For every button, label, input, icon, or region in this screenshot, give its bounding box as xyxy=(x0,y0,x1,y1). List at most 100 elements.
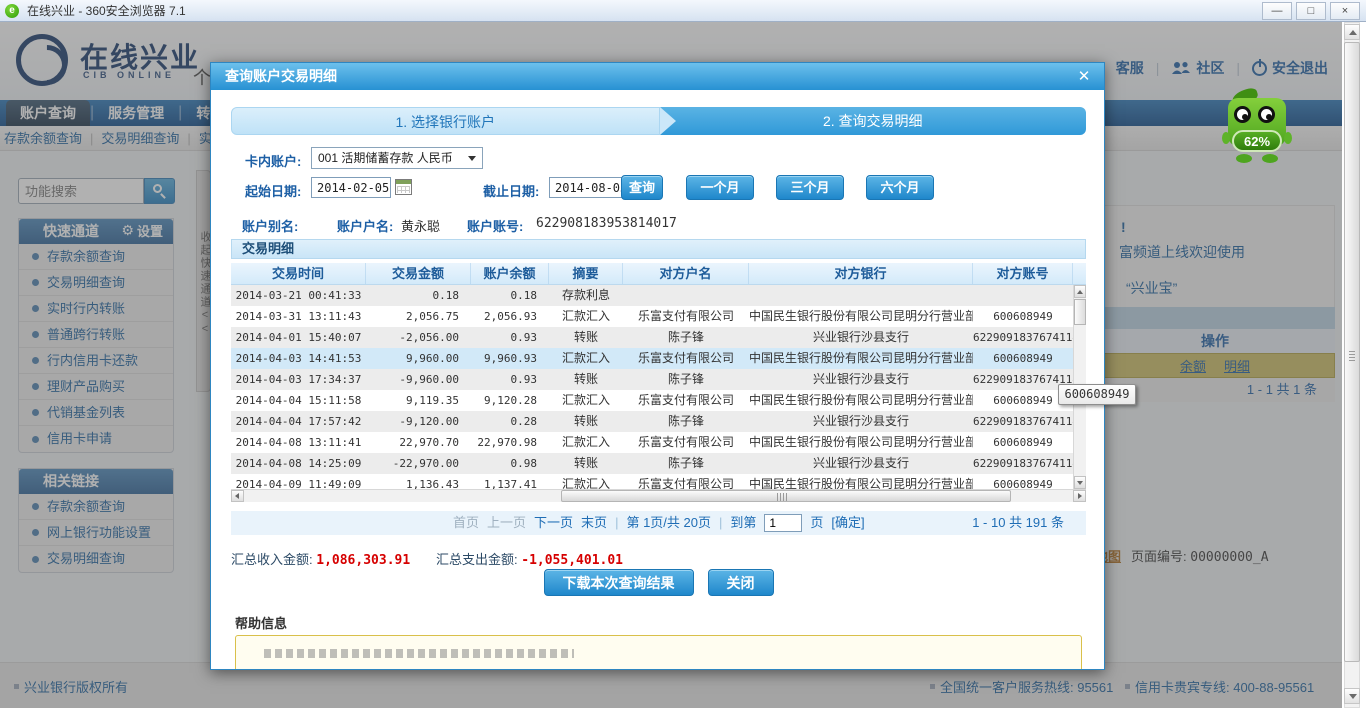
table-cell: 陈子锋 xyxy=(623,327,749,348)
table-cell xyxy=(973,285,1073,306)
end-date-input[interactable] xyxy=(549,177,629,198)
goto-page-input[interactable] xyxy=(764,514,802,532)
card-account-select[interactable]: 001 活期储蓄存款 人民币 xyxy=(311,147,483,169)
table-row[interactable]: 2014-03-21 00:41:330.180.18存款利息 xyxy=(231,285,1073,306)
minimize-button[interactable]: — xyxy=(1262,2,1292,20)
table-cell: 2014-03-31 13:11:43 xyxy=(231,306,366,327)
pagination-bar: 首页 上一页 下一页 末页 | 第 1页/共 20页 | 到第 页 [确定] 1… xyxy=(231,511,1086,535)
table-cell: 9,119.35 xyxy=(366,390,471,411)
table-cell: 62290918376741141 xyxy=(973,327,1073,348)
table-cell: 600608949 xyxy=(973,348,1073,369)
table-cell: 兴业银行沙县支行 xyxy=(749,369,973,390)
transaction-query-dialog: 查询账户交易明细 ✕ 1. 选择银行账户 2. 查询交易明细 卡内账户: 001… xyxy=(210,62,1105,670)
column-header: 摘要 xyxy=(549,263,623,284)
table-row[interactable]: 2014-04-08 14:25:09-22,970.000.98转账陈子锋兴业… xyxy=(231,453,1073,474)
goto-page-suffix: 页 xyxy=(810,511,823,535)
table-cell: 0.18 xyxy=(471,285,549,306)
table-cell: 2014-04-04 15:11:58 xyxy=(231,390,366,411)
prev-page-link[interactable]: 上一页 xyxy=(487,511,526,535)
table-cell: 兴业银行沙县支行 xyxy=(749,411,973,432)
table-scroll-up-arrow[interactable] xyxy=(1074,285,1086,298)
transaction-section-title: 交易明细 xyxy=(231,239,1086,259)
table-scroll-left-arrow[interactable] xyxy=(231,490,244,502)
scroll-down-arrow[interactable] xyxy=(1344,688,1360,704)
dialog-header: 查询账户交易明细 ✕ xyxy=(211,63,1104,90)
table-cell: 汇款汇入 xyxy=(549,348,623,369)
dialog-close-icon[interactable]: ✕ xyxy=(1074,67,1094,87)
account-alias-label: 账户别名: xyxy=(242,216,298,235)
step-select-account[interactable]: 1. 选择银行账户 xyxy=(231,107,660,135)
mascot-eye xyxy=(1234,106,1251,123)
table-row[interactable]: 2014-04-04 17:57:42-9,120.000.28转账陈子锋兴业银… xyxy=(231,411,1073,432)
start-date-label: 起始日期: xyxy=(245,181,301,200)
goto-confirm-button[interactable]: [确定] xyxy=(831,511,864,535)
table-row[interactable]: 2014-04-04 15:11:589,119.359,120.28汇款汇入乐… xyxy=(231,390,1073,411)
account-name-label: 账户户名: xyxy=(337,216,393,235)
table-cell: 陈子锋 xyxy=(623,411,749,432)
table-cell: 乐富支付有限公司 xyxy=(623,474,749,489)
one-month-button[interactable]: 一个月 xyxy=(686,175,754,200)
browser-scrollbar[interactable] xyxy=(1342,22,1366,708)
transaction-headers: 交易时间交易金额账户余额摘要对方户名对方银行对方账号 xyxy=(231,263,1086,285)
table-cell: 中国民生银行股份有限公司昆明分行营业部 xyxy=(749,390,973,411)
table-cell xyxy=(623,285,749,306)
table-cell: 转账 xyxy=(549,369,623,390)
dialog-close-button[interactable]: 关闭 xyxy=(708,569,774,596)
table-row[interactable]: 2014-04-03 14:41:539,960.009,960.93汇款汇入乐… xyxy=(231,348,1073,369)
table-row[interactable]: 2014-04-08 13:11:4122,970.7022,970.98汇款汇… xyxy=(231,432,1073,453)
next-page-link[interactable]: 下一页 xyxy=(534,511,573,535)
table-vscroll-thumb[interactable] xyxy=(1074,299,1086,325)
step-query-details[interactable]: 2. 查询交易明细 xyxy=(660,107,1087,135)
column-header: 交易时间 xyxy=(231,263,366,284)
table-cell: 2014-04-03 17:34:37 xyxy=(231,369,366,390)
table-cell: 中国民生银行股份有限公司昆明分行营业部 xyxy=(749,348,973,369)
scrollbar-thumb[interactable] xyxy=(1344,42,1360,662)
table-scroll-down-arrow[interactable] xyxy=(1074,476,1086,489)
download-results-button[interactable]: 下载本次查询结果 xyxy=(544,569,694,596)
table-horizontal-scrollbar[interactable] xyxy=(231,489,1086,502)
total-expense-label: 汇总支出金额: xyxy=(436,552,518,567)
table-cell: 0.28 xyxy=(471,411,549,432)
three-month-button[interactable]: 三个月 xyxy=(776,175,844,200)
six-month-button[interactable]: 六个月 xyxy=(866,175,934,200)
table-row[interactable]: 2014-03-31 13:11:432,056.752,056.93汇款汇入乐… xyxy=(231,306,1073,327)
transaction-table: 交易时间交易金额账户余额摘要对方户名对方银行对方账号 2014-03-21 00… xyxy=(231,263,1086,502)
account-number-value: 622908183953814017 xyxy=(536,216,677,231)
first-page-link[interactable]: 首页 xyxy=(453,511,479,535)
table-cell: 0.18 xyxy=(366,285,471,306)
browser-mascot[interactable]: 62% xyxy=(1224,92,1290,164)
table-cell: 汇款汇入 xyxy=(549,432,623,453)
table-cell: 2,056.93 xyxy=(471,306,549,327)
chevron-down-icon xyxy=(468,156,476,161)
column-header: 对方银行 xyxy=(749,263,973,284)
table-cell: 0.93 xyxy=(471,327,549,348)
last-page-link[interactable]: 末页 xyxy=(581,511,607,535)
table-scroll-right-arrow[interactable] xyxy=(1073,490,1086,502)
calendar-icon[interactable] xyxy=(395,179,412,195)
maximize-button[interactable]: □ xyxy=(1296,2,1326,20)
total-expense-value: -1,055,401.01 xyxy=(521,553,623,568)
table-cell: 0.93 xyxy=(471,369,549,390)
table-cell: -9,960.00 xyxy=(366,369,471,390)
start-date-input[interactable] xyxy=(311,177,391,198)
table-row[interactable]: 2014-04-03 17:34:37-9,960.000.93转账陈子锋兴业银… xyxy=(231,369,1073,390)
table-cell: 中国民生银行股份有限公司昆明分行营业部 xyxy=(749,432,973,453)
table-cell: 2014-04-09 11:49:09 xyxy=(231,474,366,489)
table-cell: 乐富支付有限公司 xyxy=(623,390,749,411)
record-range: 1 - 10 共 191 条 xyxy=(972,511,1064,535)
table-cell: 600608949 xyxy=(973,474,1073,489)
table-cell: 0.98 xyxy=(471,453,549,474)
table-cell: 2014-04-08 13:11:41 xyxy=(231,432,366,453)
table-cell: 转账 xyxy=(549,453,623,474)
scroll-up-arrow[interactable] xyxy=(1344,24,1360,40)
table-cell: 乐富支付有限公司 xyxy=(623,432,749,453)
table-row[interactable]: 2014-04-01 15:40:07-2,056.000.93转账陈子锋兴业银… xyxy=(231,327,1073,348)
table-row[interactable]: 2014-04-09 11:49:091,136.431,137.41汇款汇入乐… xyxy=(231,474,1073,489)
close-window-button[interactable]: × xyxy=(1330,2,1360,20)
table-cell: 中国民生银行股份有限公司昆明分行营业部 xyxy=(749,306,973,327)
table-cell: 乐富支付有限公司 xyxy=(623,306,749,327)
table-hscroll-thumb[interactable] xyxy=(561,490,1011,502)
query-button[interactable]: 查询 xyxy=(621,175,663,200)
table-cell: 兴业银行沙县支行 xyxy=(749,327,973,348)
column-header: 对方户名 xyxy=(623,263,749,284)
